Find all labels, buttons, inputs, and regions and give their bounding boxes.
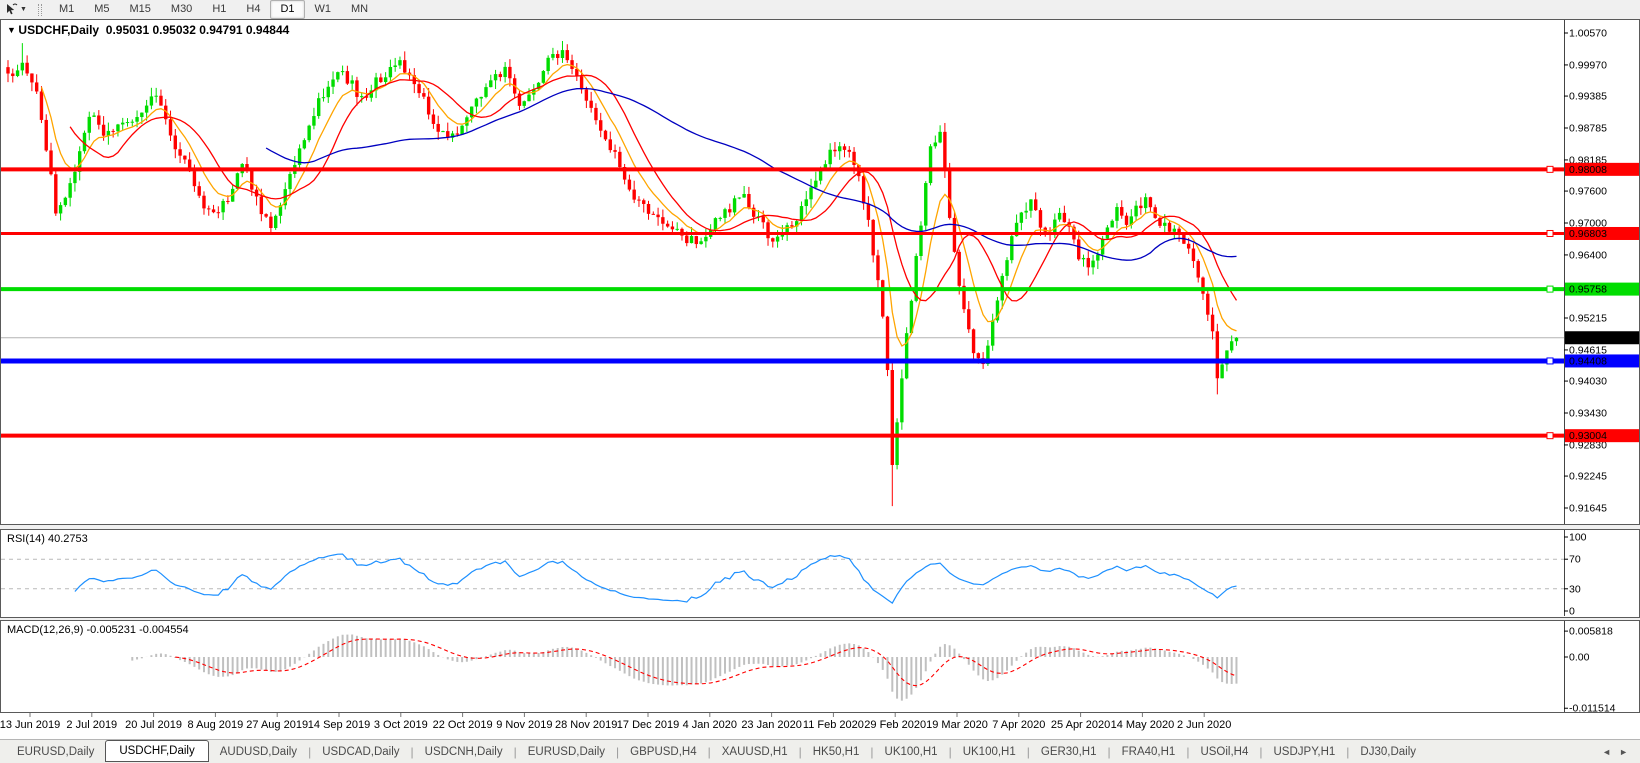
chart-tab-usdcnh-daily[interactable]: USDCNH,Daily [414, 742, 514, 762]
chart-tab-hk50-h1[interactable]: HK50,H1 [802, 742, 871, 762]
chart-tab-eurusd-daily[interactable]: EURUSD,Daily [6, 742, 105, 762]
rsi-line [74, 553, 1237, 604]
macd-tick-label: -0.011514 [1569, 703, 1616, 715]
chart-collapse-icon[interactable]: ▼ [7, 25, 18, 35]
price-tick-label: 0.97600 [1569, 186, 1607, 198]
rsi-value: 40.2753 [47, 533, 88, 545]
price-tick-label: 0.96400 [1569, 249, 1607, 261]
price-tick-label: 0.91645 [1569, 503, 1607, 515]
chart-tab-usdcad-daily[interactable]: USDCAD,Daily [311, 742, 410, 762]
medium-ma-line [69, 74, 1238, 302]
mt4-window: ▼ M1 M5 M15 M30 H1 H4 D1 W1 MN ▼ USDCHF,Daily 0.… [0, 0, 1640, 763]
level-price-badge: 0.96803 [1569, 228, 1607, 240]
date-ticks [29, 713, 1205, 717]
level-line-handle [1546, 357, 1554, 365]
chart-ohlc-values: 0.95031 0.95032 0.94791 0.94844 [105, 23, 290, 37]
chart-tab-usdjpy-h1[interactable]: USDJPY,H1 [1263, 742, 1347, 762]
chart-tab-xauusd-h1[interactable]: XAUUSD,H1 [711, 742, 799, 762]
price-tick-label: 0.98785 [1569, 123, 1607, 135]
current-price-badge: 0.94844 [1569, 332, 1607, 344]
chart-tab-uk100-h1[interactable]: UK100,H1 [874, 742, 949, 762]
level-line-handle [1546, 229, 1554, 237]
price-axis-badges: 0.98008 0.96803 0.95758 0.94408 0.93004 0.948… [1565, 162, 1639, 443]
level-price-badge: 0.98008 [1569, 164, 1607, 176]
chart-symbol-label: USDCHF,Daily [18, 23, 100, 37]
macd-plot: 0.005818 0.00 -0.011514 [131, 621, 1616, 715]
horizontal-level-lines [1, 165, 1564, 440]
chart-tab-uk100-h1[interactable]: UK100,H1 [952, 742, 1027, 762]
level-line-handle [1546, 285, 1554, 293]
macd-tick-label: 0.005818 [1569, 626, 1613, 638]
chart-tab-audusd-daily[interactable]: AUDUSD,Daily [209, 742, 308, 762]
price-tick-label: 0.95215 [1569, 313, 1607, 325]
level-line-handle [1546, 165, 1554, 173]
rsi-tick-label: 70 [1569, 554, 1581, 566]
chart-tab-fra40-h1[interactable]: FRA40,H1 [1111, 742, 1187, 762]
chart-tab-gbpusd-h4[interactable]: GBPUSD,H4 [619, 742, 707, 762]
chart-canvas[interactable]: 1.005700.999700.993850.987850.981850.976… [0, 0, 1640, 763]
rsi-tick-label: 100 [1569, 532, 1587, 544]
chart-tab-usoil-h4[interactable]: USOil,H4 [1189, 742, 1259, 762]
chart-tab-eurusd-daily[interactable]: EURUSD,Daily [517, 742, 616, 762]
price-axis: 1.005700.999700.993850.987850.981850.976… [1564, 20, 1607, 524]
level-price-badge: 0.93004 [1569, 430, 1607, 442]
chart-tab-dj30-daily[interactable]: DJ30,Daily [1349, 742, 1427, 762]
price-tick-label: 0.99970 [1569, 59, 1607, 71]
price-tick-label: 0.92245 [1569, 471, 1607, 483]
price-tick-label: 0.94030 [1569, 376, 1607, 388]
rsi-plot: 100 70 30 0 [1, 530, 1587, 618]
tab-scroll-nav: ◄ ► [1602, 747, 1640, 757]
macd-values: -0.005231 -0.004554 [86, 624, 189, 636]
level-price-badge: 0.94408 [1569, 355, 1607, 367]
price-tick-label: 0.99385 [1569, 91, 1607, 103]
chart-title: ▼ USDCHF,Daily 0.95031 0.95032 0.94791 0… [7, 23, 289, 37]
level-price-badge: 0.95758 [1569, 284, 1607, 296]
level-line-handle [1546, 432, 1554, 440]
price-tick-label: 0.93430 [1569, 408, 1607, 420]
chart-tab-usdchf-daily[interactable]: USDCHF,Daily [105, 739, 209, 762]
medium-ma [69, 74, 1238, 302]
tab-scroll-left-icon[interactable]: ◄ [1602, 747, 1611, 757]
rsi-tick-label: 30 [1569, 583, 1581, 595]
rsi-label: RSI(14) 40.2753 [7, 533, 88, 545]
chart-tab-ger30-h1[interactable]: GER30,H1 [1030, 742, 1108, 762]
macd-tick-label: 0.00 [1569, 652, 1590, 664]
chart-tab-bar: EURUSD,Daily USDCHF,Daily AUDUSD,Daily | USD… [0, 739, 1640, 763]
price-tick-label: 1.00570 [1569, 28, 1607, 40]
rsi-tick-label: 0 [1569, 606, 1575, 618]
tab-scroll-right-icon[interactable]: ► [1619, 747, 1628, 757]
macd-label: MACD(12,26,9) -0.005231 -0.004554 [7, 624, 189, 636]
